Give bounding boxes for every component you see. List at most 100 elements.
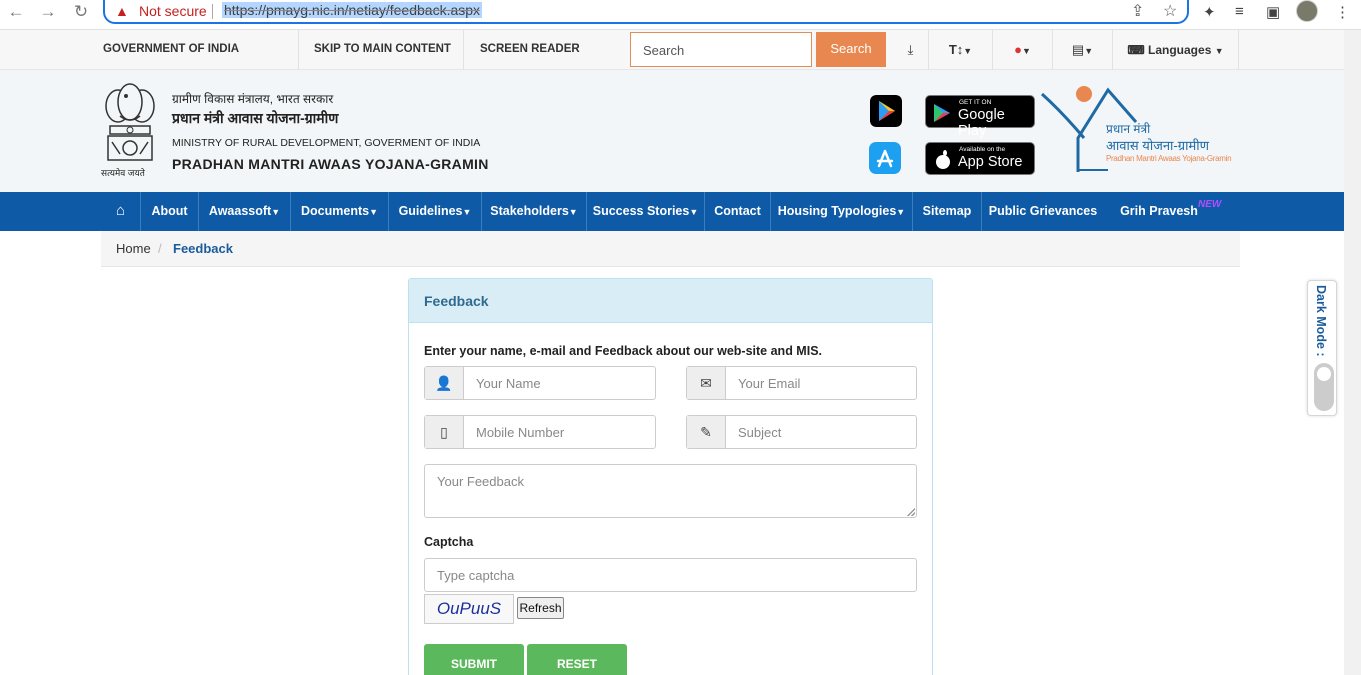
breadcrumb-current: Feedback [173, 241, 233, 256]
nav-item-grih-pravesh[interactable]: Grih Pravesh [1104, 192, 1214, 231]
mobile-phone-icon: ▯ [425, 416, 464, 448]
bookmark-star-icon[interactable]: ☆ [1163, 1, 1177, 21]
feedback-placeholder: Your Feedback [437, 474, 524, 489]
google-play-logo-icon [934, 104, 950, 122]
nav-item-sitemap[interactable]: Sitemap [913, 192, 982, 231]
captcha-refresh-button[interactable]: Refresh [517, 597, 564, 619]
profile-avatar[interactable] [1296, 0, 1318, 22]
nav-item-awaassoft[interactable]: Awaassoft▼ [199, 192, 291, 231]
reset-button[interactable]: RESET [527, 644, 627, 675]
dark-mode-toggle[interactable]: Dark Mode : [1307, 280, 1337, 416]
translate-icon: ⌨ [1127, 43, 1149, 57]
app-store-icon[interactable] [869, 142, 901, 174]
logo-line-1: प्रधान मंत्री [1106, 122, 1151, 136]
languages-label: Languages [1148, 43, 1212, 57]
chevron-down-icon: ▼ [271, 207, 281, 217]
email-field[interactable]: ✉ Your Email [686, 366, 917, 400]
main-nav: ⌂ About Awaassoft▼ Documents▼ Guidelines… [0, 192, 1344, 231]
chevron-down-icon: ▼ [369, 207, 378, 217]
search-placeholder: Search [643, 43, 685, 58]
dark-mode-label: Dark Mode : [1314, 285, 1328, 357]
nav-label: Success Stories [592, 204, 690, 218]
subject-placeholder: Subject [738, 425, 782, 440]
google-play-badge[interactable]: GET IT ON Google Play [925, 95, 1035, 139]
mobile-field[interactable]: ▯ Mobile Number [424, 415, 656, 449]
email-placeholder: Your Email [738, 376, 801, 391]
screen-reader-link[interactable]: SCREEN READER ACCESS [480, 30, 625, 93]
logo-line-3: Pradhan Mantri Awaas Yojana-Gramin [1106, 154, 1232, 163]
url-text[interactable]: https://pmayg.nic.in/netiay/feedback.asp… [222, 2, 483, 18]
share-icon[interactable]: ⇪ [1131, 1, 1144, 21]
nav-item-stakeholders[interactable]: Stakeholders▼ [482, 192, 587, 231]
extensions-icon[interactable]: ✦ [1203, 3, 1216, 21]
languages-dropdown[interactable]: ⌨ Languages ▼ [1113, 30, 1239, 70]
nav-item-guidelines[interactable]: Guidelines▼ [389, 192, 482, 231]
search-input[interactable]: Search [630, 32, 812, 67]
app-store-small: Available on the [959, 146, 1006, 153]
pencil-icon: ✎ [687, 416, 726, 448]
chevron-down-icon: ▼ [568, 207, 578, 217]
ministry-english: MINISTRY OF RURAL DEVELOPMENT, GOVERMENT… [172, 137, 481, 149]
keyboard-icon: ▤ [1071, 42, 1085, 57]
media-control-icon[interactable]: ≡ [1235, 3, 1244, 20]
search-button[interactable]: Search [816, 32, 886, 67]
play-store-icon[interactable] [870, 95, 902, 127]
page-scrollbar[interactable] [1344, 30, 1361, 675]
back-arrow-icon[interactable]: ← [5, 0, 27, 24]
breadcrumb-home[interactable]: Home [116, 241, 151, 256]
reload-icon[interactable]: ↻ [70, 0, 92, 24]
social-media-icon: ● [1014, 42, 1022, 57]
form-intro: Enter your name, e-mail and Feedback abo… [424, 344, 822, 358]
subject-field[interactable]: ✎ Subject [686, 415, 917, 449]
nav-label: Documents [301, 204, 370, 218]
new-badge: NEW [1198, 199, 1222, 210]
gov-of-india-link[interactable]: GOVERNMENT OF INDIA [103, 30, 299, 70]
sitemap-dropdown[interactable]: ▤▼ [1053, 30, 1113, 70]
nav-item-success-stories[interactable]: Success Stories▼ [587, 192, 705, 231]
mobile-placeholder: Mobile Number [476, 425, 565, 440]
app-store-badge[interactable]: Available on the App Store [925, 142, 1035, 175]
social-dropdown[interactable]: ●▼ [993, 30, 1053, 70]
skip-to-main-link[interactable]: SKIP TO MAIN CONTENT [314, 30, 464, 70]
nav-item-documents[interactable]: Documents▼ [291, 192, 389, 231]
scheme-hindi: प्रधान मंत्री आवास योजना-ग्रामीण [172, 110, 339, 126]
forward-arrow-icon[interactable]: → [37, 0, 59, 24]
omnibox-divider [212, 4, 213, 19]
national-emblem-icon [105, 83, 155, 161]
download-icon[interactable]: ⤓ [893, 30, 929, 70]
ministry-hindi: ग्रामीण विकास मंत्रालय, भारत सरकार [172, 92, 334, 106]
warning-icon: ▲ [115, 3, 129, 19]
utility-bar: GOVERNMENT OF INDIA SKIP TO MAIN CONTENT… [0, 30, 1361, 93]
nav-item-about[interactable]: About [141, 192, 199, 231]
nav-item-contact[interactable]: Contact [705, 192, 771, 231]
pmayg-logo: प्रधान मंत्री आवास योजना-ग्रामीण Pradhan… [1038, 82, 1232, 178]
name-field[interactable]: 👤 Your Name [424, 366, 656, 400]
nav-label: Housing Typologies [777, 204, 897, 218]
nav-home-icon[interactable]: ⌂ [101, 192, 141, 231]
chevron-down-icon: ▼ [1214, 46, 1224, 56]
envelope-icon: ✉ [687, 367, 726, 399]
chevron-down-icon: ▼ [896, 207, 906, 217]
nav-label: Guidelines [398, 204, 463, 218]
nav-item-public-grievances[interactable]: Public Grievances [982, 192, 1104, 231]
more-menu-icon[interactable]: ⋮ [1335, 3, 1350, 21]
feedback-textarea[interactable]: Your Feedback [424, 464, 917, 518]
user-icon: 👤 [425, 367, 464, 399]
toggle-knob[interactable] [1317, 367, 1331, 381]
address-bar[interactable]: ▲ Not secure https://pmayg.nic.in/netiay… [103, 0, 1189, 24]
resize-grip-icon[interactable] [907, 508, 915, 516]
nav-label: Awaassoft [208, 204, 272, 218]
captcha-input[interactable]: Type captcha [424, 558, 917, 592]
breadcrumb-separator: / [158, 241, 162, 256]
app-store-big: App Store [958, 154, 1023, 170]
apple-logo-icon [936, 150, 950, 169]
chevron-down-icon: ▼ [1021, 46, 1031, 56]
side-panel-icon[interactable]: ▣ [1266, 3, 1280, 21]
submit-button[interactable]: SUBMIT [424, 644, 524, 675]
text-size-dropdown[interactable]: T↕▼ [929, 30, 993, 70]
google-play-small: GET IT ON [959, 99, 992, 106]
nav-item-housing-typologies[interactable]: Housing Typologies▼ [771, 192, 913, 231]
google-play-big: Google Play [958, 107, 1005, 139]
text-size-icon: T↕ [948, 42, 964, 57]
captcha-placeholder: Type captcha [437, 568, 515, 583]
